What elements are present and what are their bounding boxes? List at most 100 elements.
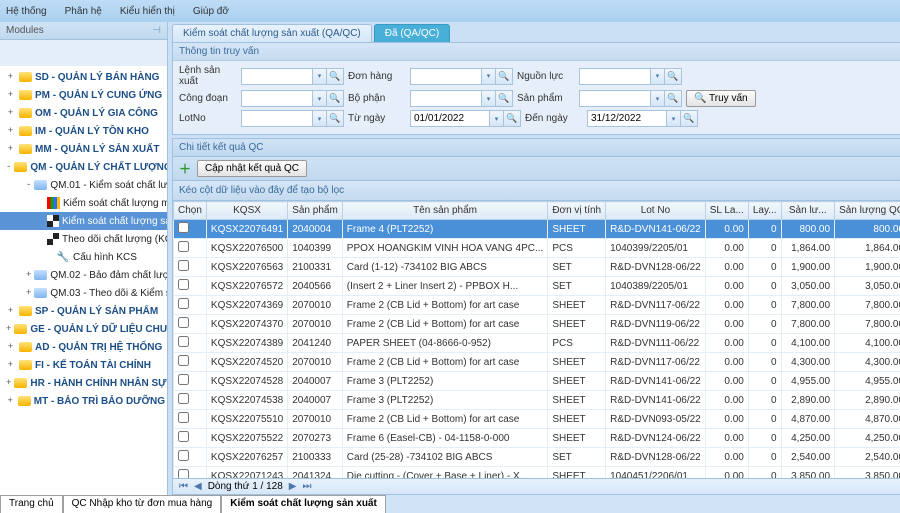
nav-item[interactable]: +IM - QUẢN LÝ TỒN KHO bbox=[0, 122, 167, 140]
col-header[interactable]: Đơn vị tính bbox=[548, 202, 606, 220]
row-check[interactable] bbox=[178, 241, 189, 252]
row-check[interactable] bbox=[178, 222, 189, 233]
menu-help[interactable]: Giúp đỡ bbox=[193, 6, 229, 17]
filter-input[interactable] bbox=[241, 110, 313, 127]
nav-item[interactable]: +HR - HÀNH CHÍNH NHÂN SỰ bbox=[0, 374, 167, 392]
bottom-tabs[interactable]: Trang chủQC Nhập kho từ đơn mua hàngKiểm… bbox=[0, 495, 900, 513]
nav-item[interactable]: Theo dõi chất lượng (KCS) bbox=[0, 230, 167, 248]
row-check[interactable] bbox=[178, 260, 189, 271]
table-row[interactable]: KQSX220765001040399PPOX HOANGKIM VINH HO… bbox=[174, 239, 900, 258]
row-check[interactable] bbox=[178, 469, 189, 479]
nav-item[interactable]: +MM - QUẢN LÝ SẢN XUẤT bbox=[0, 140, 167, 158]
pager-next-icon[interactable]: ▶ bbox=[289, 481, 297, 492]
pager-prev-icon[interactable]: ◀ bbox=[194, 481, 202, 492]
lookup-icon[interactable]: 🔍 bbox=[327, 110, 344, 127]
nav-item[interactable]: +GE - QUẢN LÝ DỮ LIỆU CHUNG bbox=[0, 320, 167, 338]
nav-item[interactable]: +FI - KẾ TOÁN TÀI CHÍNH bbox=[0, 356, 167, 374]
row-check[interactable] bbox=[178, 336, 189, 347]
row-check[interactable] bbox=[178, 374, 189, 385]
nav-item[interactable]: +QM.03 - Theo dõi & Kiểm soát bbox=[0, 284, 167, 302]
table-row[interactable]: KQSX220743692070010Frame 2 (CB Lid + Bot… bbox=[174, 296, 900, 315]
row-check[interactable] bbox=[178, 393, 189, 404]
content-tabs[interactable]: Kiểm soát chất lượng sản xuất (QA/QC)Đã … bbox=[168, 22, 900, 42]
col-header[interactable]: KQSX bbox=[206, 202, 287, 220]
plus-icon[interactable]: ＋ bbox=[179, 160, 191, 177]
row-check[interactable] bbox=[178, 450, 189, 461]
dropdown-icon[interactable]: ▾ bbox=[482, 68, 496, 85]
bottom-tab[interactable]: QC Nhập kho từ đơn mua hàng bbox=[63, 495, 222, 513]
pager-first-icon[interactable]: ⏮ bbox=[179, 481, 188, 492]
filter-input[interactable] bbox=[579, 68, 651, 85]
lookup-icon[interactable]: 🔍 bbox=[665, 90, 682, 107]
nav-tree[interactable]: +SD - QUẢN LÝ BÁN HÀNG+PM - QUẢN LÝ CUNG… bbox=[0, 66, 167, 495]
col-header[interactable]: Lot No bbox=[606, 202, 706, 220]
data-grid[interactable]: ChọnKQSXSản phẩmTên sản phẩmĐơn vị tínhL… bbox=[172, 201, 900, 479]
main-menu[interactable]: Hệ thống Phân hệ Kiểu hiển thị Giúp đỡ bbox=[0, 0, 900, 22]
row-check[interactable] bbox=[178, 298, 189, 309]
col-header[interactable]: SL La... bbox=[705, 202, 748, 220]
table-row[interactable]: KQSX220765632100331Card (1-12) -734102 B… bbox=[174, 258, 900, 277]
lookup-icon[interactable]: 🔍 bbox=[327, 68, 344, 85]
nav-item[interactable]: -QM.01 - Kiểm soát chất lượng bbox=[0, 176, 167, 194]
table-row[interactable]: KQSX220755222070273Frame 6 (Easel-CB) - … bbox=[174, 429, 900, 448]
lookup-icon[interactable]: 🔍 bbox=[496, 90, 513, 107]
table-row[interactable]: KQSX220712432041324Die cutting - (Cover … bbox=[174, 467, 900, 480]
table-row[interactable]: KQSX220745382040007Frame 3 (PLT2252)SHEE… bbox=[174, 391, 900, 410]
row-check[interactable] bbox=[178, 412, 189, 423]
pin-icon[interactable]: ⊣ bbox=[152, 25, 161, 36]
table-row[interactable]: KQSX220755102070010Frame 2 (CB Lid + Bot… bbox=[174, 410, 900, 429]
lookup-icon[interactable]: 🔍 bbox=[504, 110, 521, 127]
menu-view[interactable]: Kiểu hiển thị bbox=[120, 6, 175, 17]
nav-item[interactable]: +SP - QUẢN LÝ SẢN PHẨM bbox=[0, 302, 167, 320]
nav-item[interactable]: -QM - QUẢN LÝ CHẤT LƯỢNG bbox=[0, 158, 167, 176]
nav-item[interactable]: +AD - QUẢN TRỊ HỆ THỐNG bbox=[0, 338, 167, 356]
col-header[interactable]: Sản phẩm bbox=[288, 202, 343, 220]
filter-input[interactable] bbox=[241, 90, 313, 107]
dropdown-icon[interactable]: ▾ bbox=[651, 90, 665, 107]
nav-item[interactable]: 🔧Cấu hình KCS bbox=[0, 248, 167, 266]
nav-item[interactable]: +MT - BẢO TRÌ BẢO DƯỠNG bbox=[0, 392, 167, 410]
filter-input[interactable] bbox=[587, 110, 667, 127]
pager[interactable]: ⏮ ◀ Dòng thứ 1 / 128 ▶ ⏭ ◀ bbox=[172, 479, 900, 495]
menu-module[interactable]: Phân hệ bbox=[65, 6, 102, 17]
table-row[interactable]: KQSX220745202070010Frame 2 (CB Lid + Bot… bbox=[174, 353, 900, 372]
group-hint[interactable]: Kéo cột dữ liệu vào đây để tạo bộ lọc bbox=[172, 181, 900, 201]
dropdown-icon[interactable]: ▾ bbox=[651, 68, 665, 85]
filter-input[interactable] bbox=[410, 68, 482, 85]
update-qc-button[interactable]: Cập nhật kết quả QC bbox=[197, 160, 307, 177]
table-row[interactable]: KQSX220745282040007Frame 3 (PLT2252)SHEE… bbox=[174, 372, 900, 391]
col-header[interactable]: Chọn bbox=[174, 202, 207, 220]
col-header[interactable]: Sản lư... bbox=[781, 202, 835, 220]
row-check[interactable] bbox=[178, 431, 189, 442]
dropdown-icon[interactable]: ▾ bbox=[313, 68, 327, 85]
tab[interactable]: Đã (QA/QC) bbox=[374, 24, 450, 42]
table-row[interactable]: KQSX220764912040004Frame 4 (PLT2252)SHEE… bbox=[174, 220, 900, 239]
filter-input[interactable] bbox=[410, 90, 482, 107]
table-row[interactable]: KQSX220762572100333Card (25-28) -734102 … bbox=[174, 448, 900, 467]
row-check[interactable] bbox=[178, 355, 189, 366]
dropdown-icon[interactable]: ▾ bbox=[490, 110, 504, 127]
dropdown-icon[interactable]: ▾ bbox=[313, 110, 327, 127]
table-row[interactable]: KQSX220743702070010Frame 2 (CB Lid + Bot… bbox=[174, 315, 900, 334]
table-row[interactable]: KQSX220765722040566(Insert 2 + Liner Ins… bbox=[174, 277, 900, 296]
lookup-icon[interactable]: 🔍 bbox=[327, 90, 344, 107]
lookup-icon[interactable]: 🔍 bbox=[496, 68, 513, 85]
pager-last-icon[interactable]: ⏭ bbox=[302, 481, 311, 492]
tab[interactable]: Kiểm soát chất lượng sản xuất (QA/QC) bbox=[172, 24, 372, 42]
lookup-icon[interactable]: 🔍 bbox=[665, 68, 682, 85]
col-header[interactable]: Tên sản phẩm bbox=[342, 202, 548, 220]
table-row[interactable]: KQSX220743892041240PAPER SHEET (04-8666-… bbox=[174, 334, 900, 353]
filter-input[interactable] bbox=[579, 90, 651, 107]
nav-item[interactable]: Kiểm soát chất lượng mua hàng bbox=[0, 194, 167, 212]
dropdown-icon[interactable]: ▾ bbox=[313, 90, 327, 107]
filter-input[interactable] bbox=[241, 68, 313, 85]
nav-item[interactable]: +QM.02 - Bảo đảm chất lượng bbox=[0, 266, 167, 284]
col-header[interactable]: Lay... bbox=[748, 202, 781, 220]
filter-input[interactable] bbox=[410, 110, 490, 127]
row-check[interactable] bbox=[178, 279, 189, 290]
dropdown-icon[interactable]: ▾ bbox=[482, 90, 496, 107]
menu-system[interactable]: Hệ thống bbox=[6, 6, 47, 17]
query-button[interactable]: 🔍 Truy vấn bbox=[686, 90, 756, 107]
row-check[interactable] bbox=[178, 317, 189, 328]
lookup-icon[interactable]: 🔍 bbox=[681, 110, 698, 127]
